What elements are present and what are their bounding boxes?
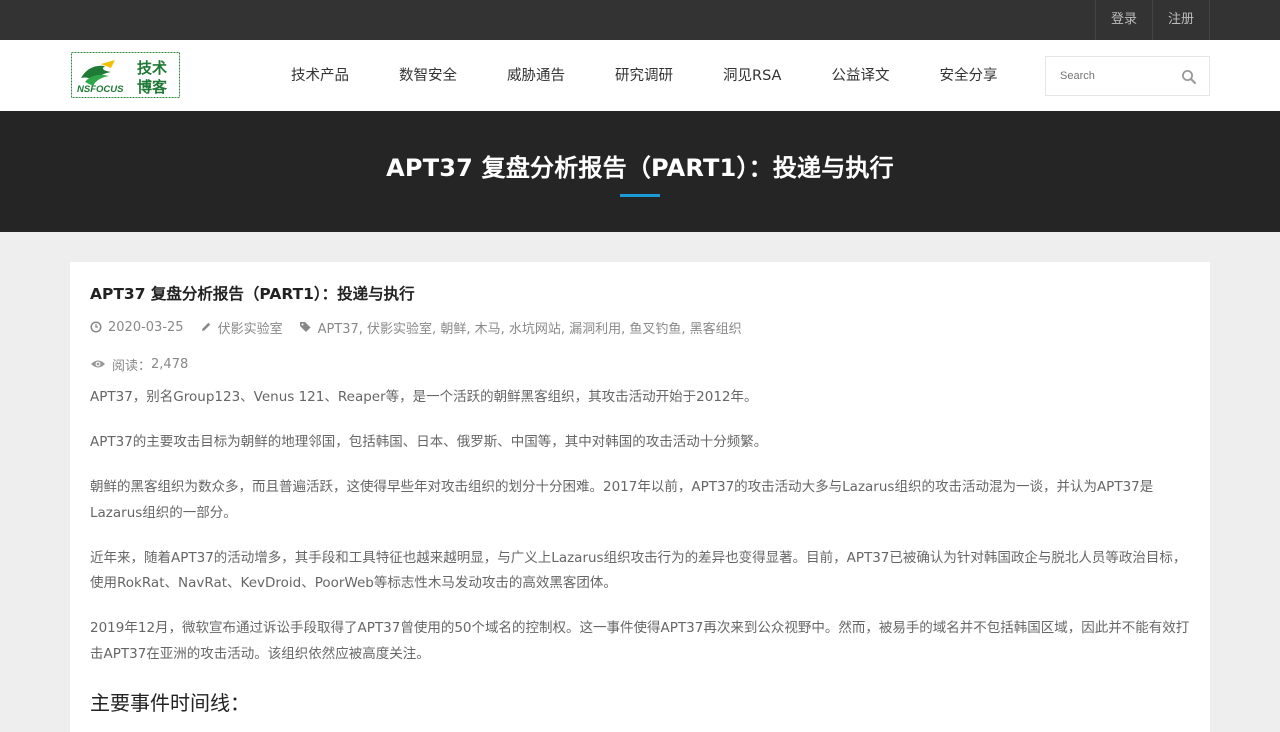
views-label: 阅读： — [112, 358, 152, 374]
nav-item-threat-alerts[interactable]: 威胁通告 — [482, 40, 590, 111]
article-title: APT37 复盘分析报告（PART1）：投递与执行 — [90, 285, 415, 303]
nsfocus-logo-icon: NSFOCUS 技术 博客 — [71, 52, 180, 98]
nav-item-research[interactable]: 研究调研 — [590, 40, 698, 111]
article-paragraph: 2019年12月，微软宣布通过诉讼手段取得了APT37曾使用的50个域名的控制权… — [90, 620, 1190, 662]
article-content: APT37，别名Group123、Venus 121、Reaper等，是一个活跃… — [90, 385, 1190, 716]
nav-item-rsa-insights[interactable]: 洞见RSA — [698, 40, 806, 111]
tag-icon — [299, 322, 311, 332]
nav-item-translations[interactable]: 公益译文 — [806, 40, 914, 111]
nav-item-tech-products[interactable]: 技术产品 — [266, 40, 374, 111]
account-links: 登录 注册 — [1094, 0, 1210, 40]
date-text: 2020-03-25 — [108, 319, 184, 335]
logo-title-line2: 博客 — [137, 78, 168, 96]
search-input[interactable] — [1046, 57, 1171, 95]
article-author: 伏影实验室 — [200, 318, 283, 337]
views-count: 2,478 — [151, 356, 189, 372]
article-date: 2020-03-25 — [90, 320, 184, 335]
site-header: NSFOCUS 技术 博客 技术产品 数智安全 威胁通告 研究调研 洞见RSA … — [0, 40, 1280, 111]
article-paragraph: APT37的主要攻击目标为朝鲜的地理邻国，包括韩国、日本、俄罗斯、中国等，其中对… — [90, 434, 768, 450]
search-icon[interactable] — [1181, 69, 1197, 85]
top-bar: 登录 注册 — [0, 0, 1280, 40]
search-box — [1045, 56, 1210, 96]
banner-title: APT37 复盘分析报告（PART1）：投递与执行 — [386, 154, 894, 182]
article-paragraph: 近年来，随着APT37的活动增多，其手段和工具特征也越来越明显，与广义上Laza… — [90, 549, 1187, 592]
article-meta: 2020-03-25 伏影实验室 APT37, 伏影实验室, 朝鲜, 木马, 水… — [90, 318, 1190, 337]
nav-item-security-sharing[interactable]: 安全分享 — [914, 40, 1022, 111]
tags-list[interactable]: APT37, 伏影实验室, 朝鲜, 木马, 水坑网站, 漏洞利用, 鱼叉钓鱼, … — [318, 318, 742, 337]
login-link[interactable]: 登录 — [1096, 0, 1153, 40]
author-link[interactable]: 伏影实验室 — [218, 318, 283, 337]
article-tags: APT37, 伏影实验室, 朝鲜, 木马, 水坑网站, 漏洞利用, 鱼叉钓鱼, … — [299, 318, 742, 337]
main-nav: 技术产品 数智安全 威胁通告 研究调研 洞见RSA 公益译文 安全分享 — [266, 40, 1022, 111]
banner-underline — [620, 194, 660, 197]
section-heading: 主要事件时间线： — [90, 690, 250, 715]
logo-title-line1: 技术 — [137, 59, 167, 77]
logo-brand-text: NSFOCUS — [77, 84, 124, 95]
nav-item-data-security[interactable]: 数智安全 — [374, 40, 482, 111]
article-paragraph: 朝鲜的黑客组织为数众多，而且普遍活跃，这使得早些年对攻击组织的划分十分困难。20… — [90, 479, 1154, 521]
article-paragraph: APT37，别名Group123、Venus 121、Reaper等，是一个活跃… — [90, 389, 758, 405]
register-link[interactable]: 注册 — [1153, 0, 1210, 40]
eye-icon — [91, 360, 105, 368]
clock-icon — [90, 321, 102, 333]
site-logo[interactable]: NSFOCUS 技术 博客 — [71, 52, 180, 98]
pencil-icon — [201, 322, 210, 331]
article-views: 阅读： 2,478 — [90, 355, 1190, 374]
article-card: APT37 复盘分析报告（PART1）：投递与执行 2020-03-25 伏影实… — [70, 262, 1210, 732]
page-banner: APT37 复盘分析报告（PART1）：投递与执行 — [0, 111, 1280, 232]
